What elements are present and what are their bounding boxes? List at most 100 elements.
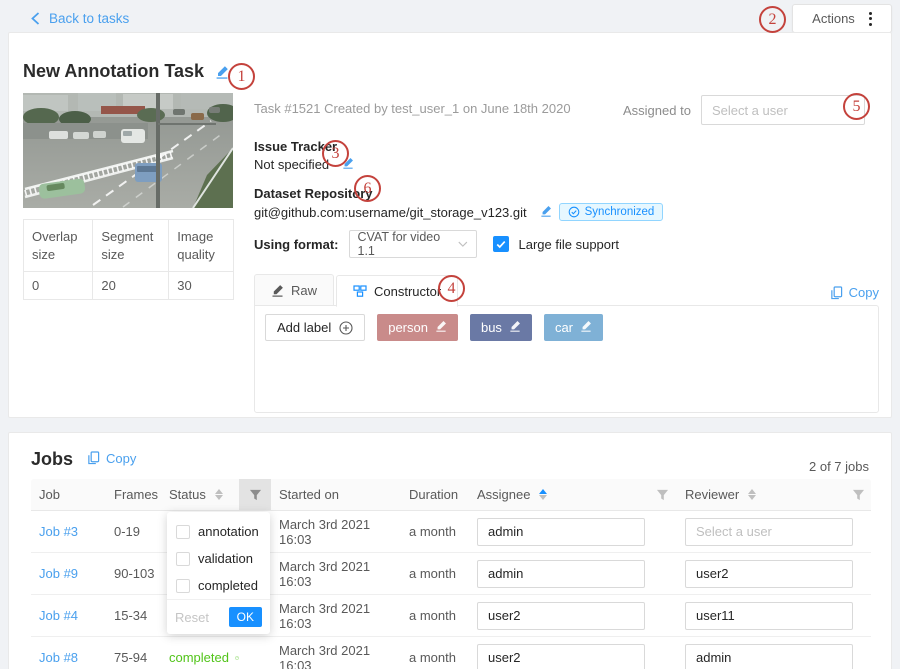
filter-option-validation-label: validation bbox=[198, 551, 253, 566]
kebab-menu-icon bbox=[869, 12, 872, 26]
job-status-completed: completed ? bbox=[161, 650, 239, 665]
copy-icon bbox=[87, 451, 100, 465]
labels-copy-label: Copy bbox=[849, 285, 879, 300]
label-constructor-panel: Add label person bus car bbox=[254, 305, 879, 413]
job-row: Job #3 0-19 March 3rd 2021 16:03 a month bbox=[31, 511, 871, 553]
label-chip-person[interactable]: person bbox=[377, 314, 458, 341]
reviewer-sort-control[interactable] bbox=[748, 489, 756, 500]
reviewer-filter-button[interactable] bbox=[846, 479, 871, 510]
add-label-button[interactable]: Add label bbox=[265, 314, 365, 341]
jobs-title: Jobs bbox=[31, 449, 73, 470]
job-row: Job #8 75-94 completed ? March 3rd 2021 … bbox=[31, 637, 871, 669]
filter-ok-button[interactable]: OK bbox=[229, 607, 262, 627]
task-title-text: New Annotation Task bbox=[23, 61, 204, 81]
job-frames: 75-94 bbox=[106, 650, 161, 665]
job-assignee-input[interactable] bbox=[477, 602, 645, 630]
back-to-tasks-link[interactable]: Back to tasks bbox=[30, 11, 129, 26]
question-circle-icon[interactable]: ? bbox=[235, 651, 239, 665]
chevron-left-icon bbox=[30, 12, 41, 25]
col-status[interactable]: Status bbox=[161, 487, 239, 502]
actions-button[interactable]: Actions bbox=[792, 4, 892, 33]
check-circle-icon bbox=[568, 206, 580, 218]
jobs-table: Job Frames Status Started on Duration As… bbox=[31, 479, 871, 669]
job-duration: a month bbox=[401, 566, 469, 581]
road-scene-illustration bbox=[23, 93, 233, 208]
job-assignee-input[interactable] bbox=[477, 518, 645, 546]
funnel-icon bbox=[249, 489, 262, 501]
job-frames: 15-34 bbox=[106, 608, 161, 623]
edit-label-car-icon[interactable] bbox=[580, 320, 592, 335]
col-reviewer[interactable]: Reviewer bbox=[677, 487, 846, 502]
label-bus-text: bus bbox=[481, 320, 502, 335]
job-started: March 3rd 2021 16:03 bbox=[271, 559, 401, 589]
repository-url-text: git@github.com:username/git_storage_v123… bbox=[254, 205, 527, 220]
tab-constructor-label: Constructor bbox=[374, 284, 441, 299]
label-chip-bus[interactable]: bus bbox=[470, 314, 532, 341]
param-value-quality: 30 bbox=[169, 272, 234, 300]
filter-option-annotation-label: annotation bbox=[198, 524, 259, 539]
format-select[interactable]: CVAT for video 1.1 bbox=[349, 230, 477, 258]
chevron-down-icon bbox=[458, 241, 468, 248]
job-started: March 3rd 2021 16:03 bbox=[271, 643, 401, 669]
jobs-copy-button[interactable]: Copy bbox=[87, 451, 136, 466]
export-format-group: Using format: CVAT for video 1.1 Large f… bbox=[254, 230, 619, 258]
job-frames: 0-19 bbox=[106, 524, 161, 539]
large-file-support-checkbox[interactable] bbox=[493, 236, 509, 252]
callout-6: 6 bbox=[354, 175, 381, 202]
edit-label-bus-icon[interactable] bbox=[509, 320, 521, 335]
filter-option-completed[interactable]: completed bbox=[167, 572, 270, 599]
status-sort-control[interactable] bbox=[215, 489, 223, 500]
checkbox-completed[interactable] bbox=[176, 579, 190, 593]
job-reviewer-input[interactable] bbox=[685, 560, 853, 588]
jobs-card: Jobs Copy 2 of 7 jobs Job Frames Status bbox=[8, 432, 892, 669]
job-assignee-input[interactable] bbox=[477, 560, 645, 588]
edit-task-name-icon[interactable] bbox=[215, 63, 229, 84]
dataset-repository-value: git@github.com:username/git_storage_v123… bbox=[254, 203, 663, 221]
checkbox-annotation[interactable] bbox=[176, 525, 190, 539]
copy-icon bbox=[830, 286, 843, 300]
assignee-select-input[interactable] bbox=[701, 95, 865, 125]
job-frames: 90-103 bbox=[106, 566, 161, 581]
actions-label: Actions bbox=[812, 11, 855, 26]
back-to-tasks-label: Back to tasks bbox=[49, 11, 129, 26]
callout-2: 2 bbox=[759, 6, 786, 33]
task-preview-image bbox=[23, 93, 233, 208]
labels-copy-button[interactable]: Copy bbox=[830, 285, 879, 306]
synchronized-badge[interactable]: Synchronized bbox=[559, 203, 664, 221]
job-reviewer-input[interactable] bbox=[685, 518, 853, 546]
edit-repository-icon[interactable] bbox=[540, 205, 552, 220]
param-header-segment: Segment size bbox=[93, 220, 169, 272]
tab-raw[interactable]: Raw bbox=[254, 274, 334, 306]
jobs-copy-label: Copy bbox=[106, 451, 136, 466]
assignee-sort-control[interactable] bbox=[539, 489, 547, 500]
job-status-text: completed bbox=[169, 650, 229, 665]
blocks-icon bbox=[353, 285, 367, 298]
filter-option-annotation[interactable]: annotation bbox=[167, 518, 270, 545]
job-reviewer-input[interactable] bbox=[685, 644, 853, 669]
label-person-text: person bbox=[388, 320, 428, 335]
job-reviewer-input[interactable] bbox=[685, 602, 853, 630]
job-row: Job #9 90-103 March 3rd 2021 16:03 a mon… bbox=[31, 553, 871, 595]
checkbox-validation[interactable] bbox=[176, 552, 190, 566]
col-started-on: Started on bbox=[271, 487, 401, 502]
pencil-icon bbox=[271, 284, 284, 297]
add-label-text: Add label bbox=[277, 320, 331, 335]
job-link[interactable]: Job #8 bbox=[39, 650, 78, 665]
job-link[interactable]: Job #3 bbox=[39, 524, 78, 539]
filter-option-validation[interactable]: validation bbox=[167, 545, 270, 572]
issue-tracker-text: Not specified bbox=[254, 157, 329, 172]
callout-5: 5 bbox=[843, 93, 870, 120]
col-assignee[interactable]: Assignee bbox=[469, 487, 647, 502]
job-assignee-input[interactable] bbox=[477, 644, 645, 669]
task-title: New Annotation Task bbox=[23, 61, 229, 84]
param-value-segment: 20 bbox=[93, 272, 169, 300]
job-link[interactable]: Job #9 bbox=[39, 566, 78, 581]
label-chip-car[interactable]: car bbox=[544, 314, 603, 341]
edit-label-person-icon[interactable] bbox=[435, 320, 447, 335]
filter-reset-button[interactable]: Reset bbox=[175, 610, 209, 625]
assignee-filter-button[interactable] bbox=[647, 479, 677, 510]
funnel-icon bbox=[852, 489, 865, 501]
large-file-support-label: Large file support bbox=[519, 237, 619, 252]
job-link[interactable]: Job #4 bbox=[39, 608, 78, 623]
status-filter-button[interactable] bbox=[239, 479, 271, 510]
